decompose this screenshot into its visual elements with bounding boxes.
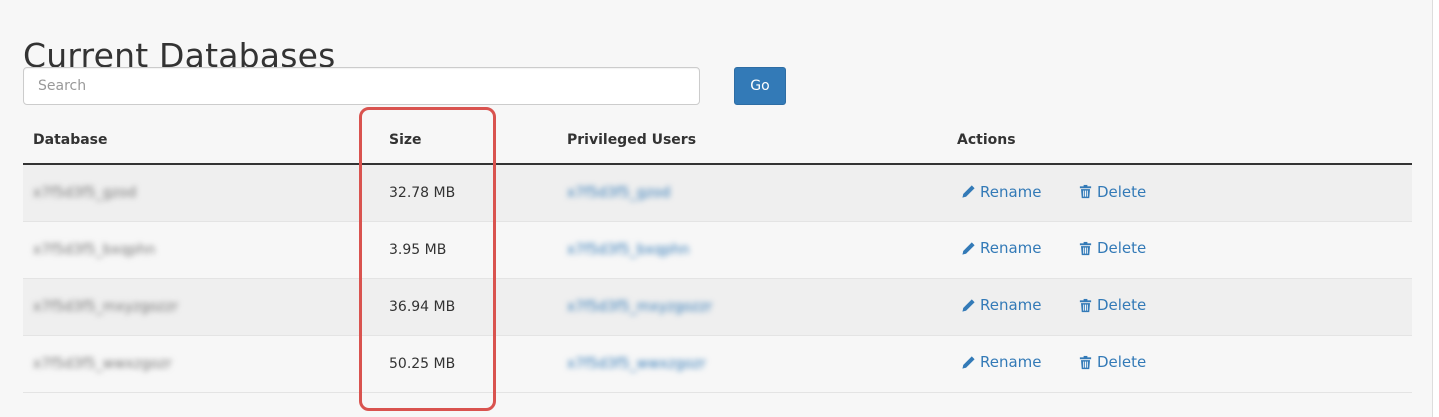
actions-cell: Rename Delete (947, 335, 1412, 393)
databases-table: Database Size Privileged Users Actions x… (23, 117, 1412, 393)
privileged-user-cell: x7f5d3f5_wwxzgozr (557, 335, 947, 393)
delete-label: Delete (1096, 182, 1147, 201)
trash-icon (1079, 298, 1092, 312)
privileged-user-link[interactable]: x7f5d3f5_gzod (567, 185, 670, 201)
database-name-cell: x7f5d3f5_mxyzgozzr (23, 278, 380, 336)
delete-link[interactable]: Delete (1078, 183, 1146, 201)
pencil-icon (962, 242, 975, 255)
delete-link[interactable]: Delete (1078, 239, 1146, 257)
actions-cell: Rename Delete (947, 164, 1412, 222)
rename-link[interactable]: Rename (961, 183, 1042, 201)
database-name: x7f5d3f5_gzod (33, 184, 137, 201)
rename-label: Rename (980, 296, 1042, 315)
table-header-row: Database Size Privileged Users Actions (23, 117, 1412, 165)
delete-label: Delete (1096, 353, 1147, 372)
database-name: x7f5d3f5_bxqphn (33, 241, 156, 258)
actions-cell: Rename Delete (947, 278, 1412, 336)
trash-icon (1079, 184, 1092, 199)
database-name: x7f5d3f5_wwxzgozr (33, 355, 172, 372)
header-privileged-users: Privileged Users (557, 117, 947, 165)
database-size: 3.95 MB (380, 221, 557, 279)
rename-link[interactable]: Rename (961, 296, 1042, 314)
delete-link[interactable]: Delete (1078, 353, 1146, 371)
table-row: x7f5d3f5_gzod 32.78 MB x7f5d3f5_gzod Ren… (23, 164, 1412, 222)
rename-label: Rename (980, 239, 1042, 258)
actions-cell: Rename Delete (947, 221, 1412, 279)
go-button[interactable]: Go (734, 67, 786, 105)
database-name-cell: x7f5d3f5_gzod (23, 164, 380, 222)
rename-label: Rename (980, 182, 1042, 201)
table-row: x7f5d3f5_bxqphn 3.95 MB x7f5d3f5_bxqphn … (23, 221, 1412, 279)
database-size: 50.25 MB (380, 335, 557, 393)
database-size: 32.78 MB (380, 164, 557, 222)
window-edge (1432, 0, 1439, 417)
delete-label: Delete (1096, 239, 1147, 258)
database-size: 36.94 MB (380, 278, 557, 336)
pencil-icon (962, 356, 975, 369)
pencil-icon (962, 299, 975, 312)
header-database[interactable]: Database (23, 117, 380, 165)
table-row: x7f5d3f5_wwxzgozr 50.25 MB x7f5d3f5_wwxz… (23, 335, 1412, 393)
search-input[interactable] (23, 67, 700, 105)
trash-icon (1079, 241, 1092, 255)
rename-label: Rename (980, 353, 1042, 372)
privileged-user-cell: x7f5d3f5_gzod (557, 164, 947, 222)
privileged-user-link[interactable]: x7f5d3f5_mxyzgozzr (567, 299, 712, 315)
privileged-user-cell: x7f5d3f5_bxqphn (557, 221, 947, 279)
privileged-user-link[interactable]: x7f5d3f5_wwxzgozr (567, 356, 706, 372)
trash-icon (1079, 355, 1092, 369)
database-name-cell: x7f5d3f5_wwxzgozr (23, 335, 380, 393)
delete-label: Delete (1096, 296, 1147, 315)
privileged-user-link[interactable]: x7f5d3f5_bxqphn (567, 242, 689, 258)
pencil-icon (962, 185, 975, 198)
rename-link[interactable]: Rename (961, 353, 1042, 371)
rename-link[interactable]: Rename (961, 239, 1042, 257)
database-name: x7f5d3f5_mxyzgozzr (33, 298, 179, 315)
privileged-user-cell: x7f5d3f5_mxyzgozzr (557, 278, 947, 336)
database-name-cell: x7f5d3f5_bxqphn (23, 221, 380, 279)
table-row: x7f5d3f5_mxyzgozzr 36.94 MB x7f5d3f5_mxy… (23, 278, 1412, 336)
header-size[interactable]: Size (380, 117, 557, 165)
delete-link[interactable]: Delete (1078, 296, 1146, 314)
header-actions: Actions (947, 117, 1412, 165)
